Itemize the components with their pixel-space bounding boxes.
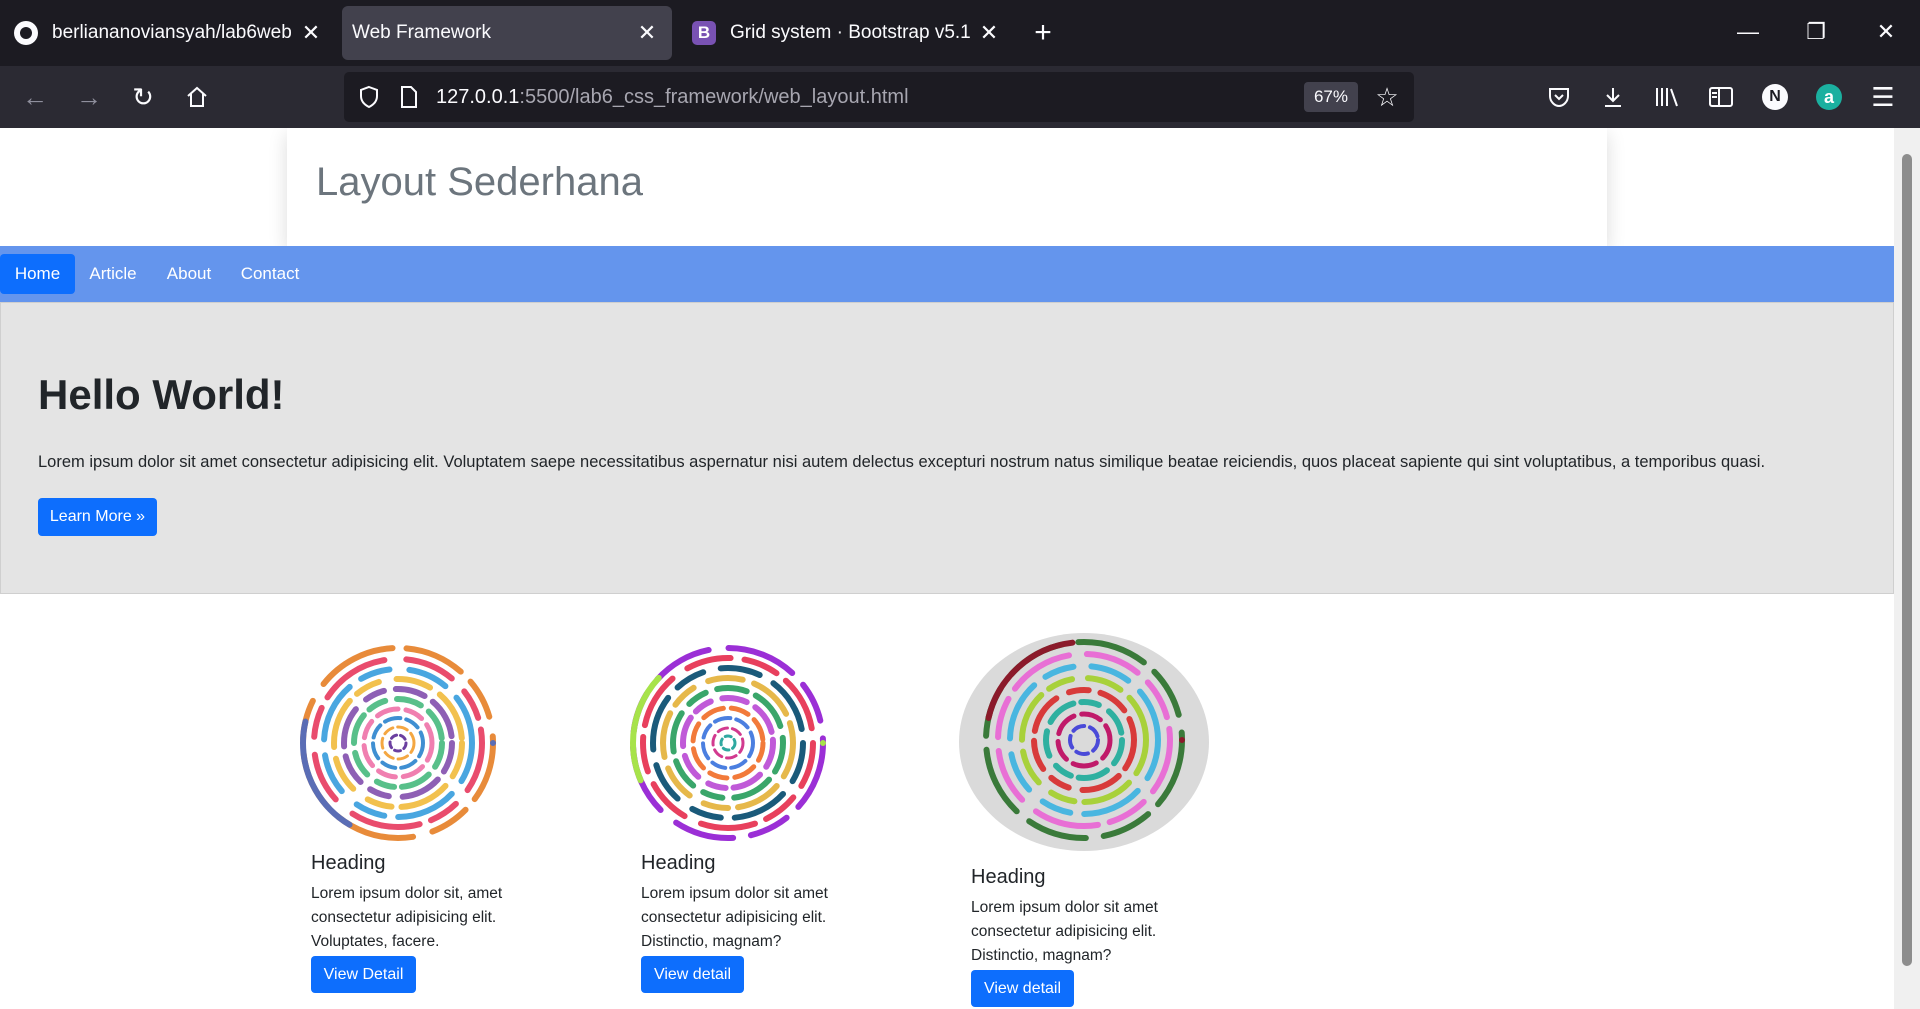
view-detail-button[interactable]: View detail (641, 956, 744, 993)
url-host: 127.0.0.1 (436, 85, 520, 108)
card-heading: Heading (641, 852, 716, 874)
restore-icon[interactable]: ❐ (1796, 14, 1836, 50)
scrollbar-thumb[interactable] (1902, 154, 1912, 966)
tab-title: Grid system · Bootstrap v5.1 (730, 22, 971, 43)
forward-icon[interactable]: → (70, 78, 108, 116)
view-detail-button[interactable]: View Detail (311, 956, 416, 993)
card-image (300, 645, 496, 841)
bootstrap-icon: B (692, 21, 716, 45)
card-heading: Heading (311, 852, 386, 874)
browser-toolbar: ← → ↻ 127.0.0.1:5500/lab6_css_framework/… (0, 66, 1920, 128)
tab-bootstrap-grid[interactable]: B Grid system · Bootstrap v5.1 ✕ (678, 6, 1014, 60)
reload-icon[interactable]: ↻ (124, 78, 162, 116)
pocket-icon[interactable] (1540, 78, 1578, 116)
tab-title: Web Framework (352, 22, 492, 43)
card-image (630, 645, 826, 841)
menu-icon[interactable]: ☰ (1864, 78, 1902, 116)
page-icon[interactable] (394, 82, 424, 112)
site-header: Layout Sederhana (287, 128, 1607, 246)
learn-more-button[interactable]: Learn More » (38, 498, 157, 536)
zoom-indicator[interactable]: 67% (1303, 82, 1358, 112)
home-icon[interactable] (178, 78, 216, 116)
tab-github[interactable]: berliananoviansyah/lab6web ✕ (0, 6, 336, 60)
nav-article[interactable]: Article (78, 254, 148, 294)
new-tab-button[interactable]: + (1026, 16, 1060, 50)
tab-web-framework[interactable]: Web Framework ✕ (342, 6, 672, 60)
page-scrollbar[interactable] (1894, 128, 1920, 1009)
close-tab-icon[interactable]: ✕ (632, 18, 662, 48)
bookmark-star-icon[interactable]: ☆ (1372, 82, 1402, 112)
close-window-icon[interactable]: ✕ (1866, 14, 1906, 50)
card-heading: Heading (971, 866, 1046, 888)
hero-heading: Hello World! (38, 371, 285, 418)
profile-avatar[interactable]: N (1756, 78, 1794, 116)
card-text: Lorem ipsum dolor sit amet consectetur a… (971, 899, 1158, 964)
close-tab-icon[interactable]: ✕ (296, 18, 326, 48)
hero-jumbotron: Hello World! Lorem ipsum dolor sit amet … (0, 302, 1894, 594)
close-tab-icon[interactable]: ✕ (974, 18, 1004, 48)
hero-text: Lorem ipsum dolor sit amet consectetur a… (38, 453, 1766, 471)
nav-home[interactable]: Home (0, 254, 75, 294)
library-icon[interactable] (1648, 78, 1686, 116)
card-image (959, 633, 1209, 851)
address-bar[interactable]: 127.0.0.1:5500/lab6_css_framework/web_la… (344, 72, 1414, 122)
site-nav: Home Article About Contact (0, 246, 1894, 302)
sidebar-icon[interactable] (1702, 78, 1740, 116)
browser-tab-strip: berliananoviansyah/lab6web ✕ Web Framewo… (0, 0, 1920, 66)
card-text: Lorem ipsum dolor sit amet consectetur a… (641, 885, 828, 950)
site-title: Layout Sederhana (316, 160, 643, 204)
shield-icon[interactable] (354, 82, 384, 112)
nav-contact[interactable]: Contact (230, 254, 310, 294)
url-path: :5500/lab6_css_framework/web_layout.html (519, 85, 909, 108)
view-detail-button[interactable]: View detail (971, 970, 1074, 1007)
card-text: Lorem ipsum dolor sit, amet consectetur … (311, 885, 503, 950)
github-icon (14, 21, 38, 45)
download-icon[interactable] (1594, 78, 1632, 116)
page-viewport: Layout Sederhana Home Article About Cont… (0, 128, 1920, 1009)
addon-icon[interactable]: a (1810, 78, 1848, 116)
back-icon[interactable]: ← (16, 78, 54, 116)
minimize-icon[interactable]: — (1728, 14, 1768, 50)
tab-title: berliananoviansyah/lab6web (52, 22, 292, 43)
nav-about[interactable]: About (156, 254, 222, 294)
url-text[interactable]: 127.0.0.1:5500/lab6_css_framework/web_la… (436, 86, 909, 109)
